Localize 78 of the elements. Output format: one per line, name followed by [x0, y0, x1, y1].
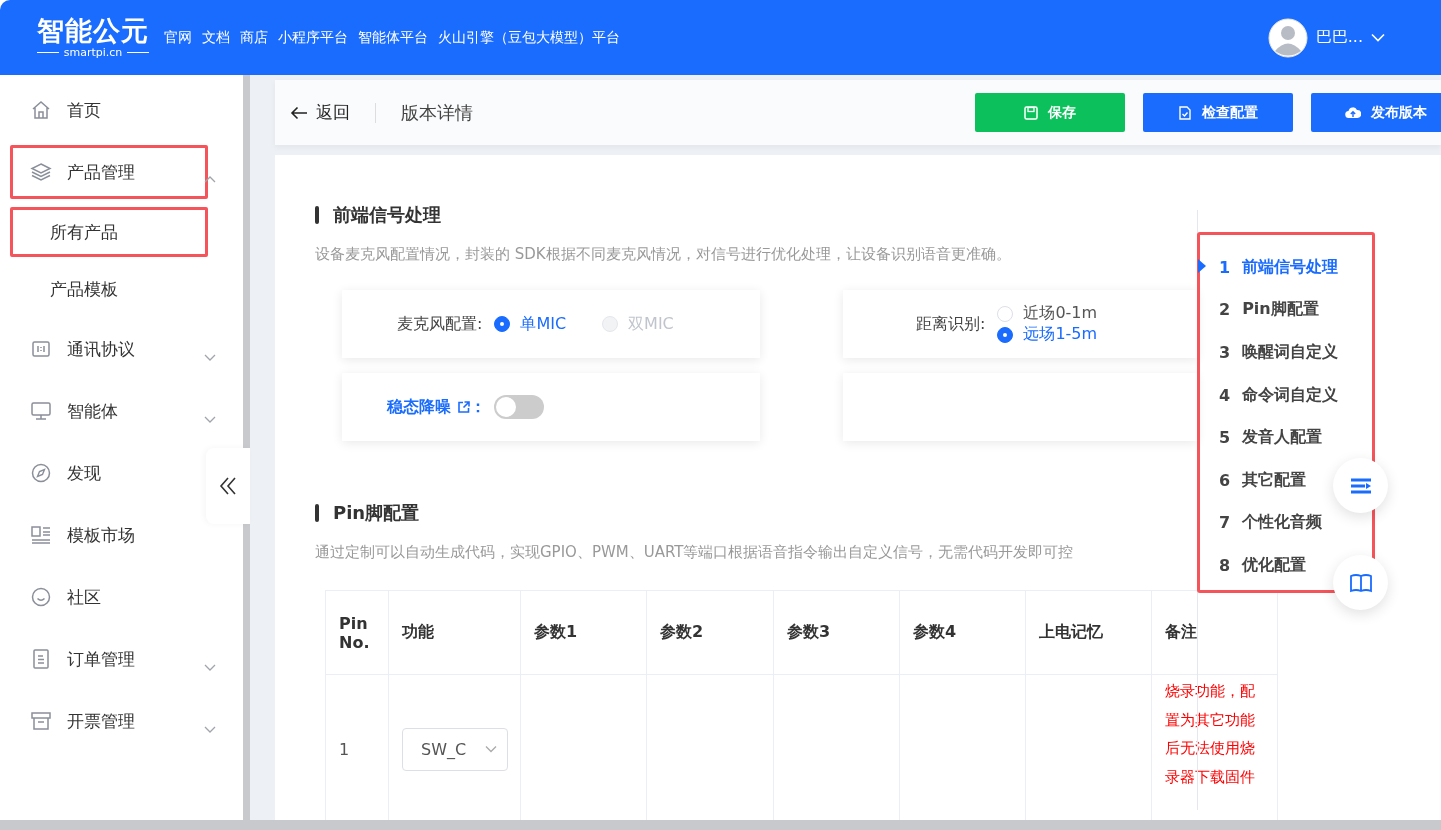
sidebar-item[interactable]: 开票管理	[10, 694, 208, 748]
nav-link[interactable]: 官网	[164, 28, 192, 47]
section-title: 前端信号处理	[315, 203, 1441, 227]
colon: ：	[470, 396, 486, 418]
nav-item[interactable]: 1 前端信号处理	[1200, 246, 1339, 289]
menu-icon	[30, 99, 52, 121]
page-title: 版本详情	[401, 100, 473, 125]
menu-icon	[30, 710, 52, 732]
chevron-icon[interactable]	[204, 724, 216, 734]
sidebar-item[interactable]: 发现	[10, 446, 208, 500]
publish-button[interactable]: 发布版本	[1311, 93, 1441, 132]
document-check-icon	[1178, 105, 1192, 120]
nav-item[interactable]: 5 发音人配置	[1200, 416, 1323, 459]
avatar-icon[interactable]	[1267, 17, 1308, 58]
list-icon	[1348, 476, 1373, 495]
back-button[interactable]: 返回	[290, 101, 350, 124]
feature-link[interactable]: 稳态降噪	[387, 396, 470, 418]
nav-item[interactable]: 2 Pin脚配置	[1200, 288, 1319, 332]
sidebar-item[interactable]: 社区	[10, 570, 208, 624]
field-label: 距离识别:	[916, 313, 986, 335]
menu-icon	[30, 161, 52, 183]
sidebar-item[interactable]: 首页	[10, 83, 208, 137]
section-description: 设备麦克风配置情况，封装的 SDK根据不同麦克风情况，对信号进行优化处理，让设备识别语音更准确。	[315, 245, 1012, 264]
sidebar-item[interactable]: 产品模板	[10, 264, 208, 314]
collapse-button[interactable]	[206, 448, 250, 524]
back-arrow-icon	[290, 105, 308, 120]
chevron-icon[interactable]	[204, 352, 216, 362]
radio-option[interactable]: 远场1-5m	[997, 324, 1098, 345]
user-name[interactable]: 巴巴...	[1315, 27, 1363, 48]
chevron-icon[interactable]	[1371, 33, 1385, 42]
column-header: 参数2	[646, 590, 774, 675]
nav-item[interactable]: 3 唤醒词自定义	[1200, 331, 1339, 374]
chevron-icon[interactable]	[204, 662, 216, 672]
nav-link[interactable]: 文档	[202, 28, 230, 47]
menu-icon	[30, 648, 52, 670]
sidebar-item[interactable]: 模板市场	[10, 508, 208, 562]
column-header: 参数1	[520, 590, 647, 675]
nav-link[interactable]: 智能体平台	[358, 28, 428, 47]
chevron-icon[interactable]	[204, 175, 216, 185]
external-link-icon	[457, 400, 470, 414]
radio-option[interactable]: 单MIC	[494, 313, 567, 335]
nav-link[interactable]: 商店	[240, 28, 268, 47]
sidebar-item[interactable]: 智能体	[10, 384, 208, 438]
cloud-upload-icon	[1345, 106, 1361, 119]
sidebar-item[interactable]: 产品管理	[10, 145, 208, 199]
book-icon	[1348, 572, 1373, 593]
menu-icon	[30, 338, 52, 360]
scrollbar[interactable]	[243, 75, 250, 820]
menu-icon	[30, 400, 52, 422]
menu-icon	[30, 586, 52, 608]
radio-option[interactable]: 近场0-1m	[997, 303, 1098, 324]
column-header: 参数4	[899, 590, 1026, 675]
nav-link[interactable]: 火山引擎（豆包大模型）平台	[438, 28, 620, 47]
column-header: 参数3	[773, 590, 900, 675]
column-header: 功能	[388, 590, 521, 675]
nav-item[interactable]: 6 其它配置	[1200, 458, 1307, 502]
column-header: Pin No.	[325, 590, 389, 675]
chevron-icon	[485, 745, 497, 753]
chevron-icon[interactable]	[204, 414, 216, 424]
check-button[interactable]: 检查配置	[1143, 93, 1293, 132]
menu-icon	[30, 524, 52, 546]
sidebar-item[interactable]: 订单管理	[10, 632, 208, 686]
toggle-switch[interactable]	[494, 395, 544, 419]
sidebar-item[interactable]: 所有产品	[10, 207, 208, 257]
nav-link[interactable]: 小程序平台	[278, 28, 348, 47]
field-label: 麦克风配置:	[397, 313, 483, 335]
scrollbar[interactable]	[0, 820, 1441, 830]
double-chevron-icon	[219, 476, 237, 496]
save-icon	[1024, 105, 1038, 120]
section-description: 通过定制可以自动生成代码，实现GPIO、PWM、UART等端口根据语音指令输出自定义信号，无需代码开发即可控	[315, 543, 1075, 562]
nav-item[interactable]: 4 命令词自定义	[1200, 373, 1339, 417]
menu-icon	[30, 462, 52, 484]
sidebar-item[interactable]: 通讯协议	[10, 322, 208, 376]
nav-item[interactable]: 8 优化配置	[1200, 544, 1307, 587]
logo[interactable]: 智能公元 smartpi.cn	[30, 15, 156, 60]
function-select[interactable]: SW_C	[402, 727, 508, 771]
nav-item[interactable]: 7 个性化音频	[1200, 501, 1323, 545]
column-header: 上电记忆	[1025, 590, 1152, 675]
